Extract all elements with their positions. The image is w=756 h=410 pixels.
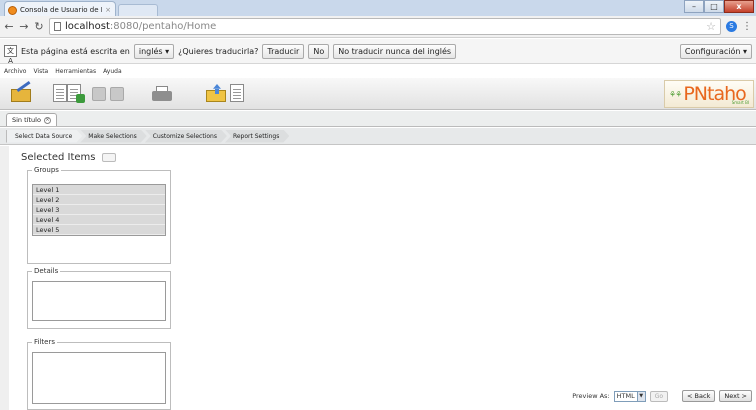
- selected-items-toggle[interactable]: [101, 153, 116, 162]
- groups-list: Level 1 Level 2 Level 3 Level 4 Level 5: [32, 184, 166, 236]
- translate-bar: 文A Esta página está escrita en inglés ▾ …: [0, 39, 756, 65]
- wizard-footer: Preview As: HTML ▼ Go < Back Next >: [572, 390, 752, 402]
- details-legend: Details: [34, 267, 59, 275]
- maximize-button[interactable]: □: [704, 0, 724, 13]
- menu-archivo[interactable]: Archivo: [4, 68, 26, 75]
- filters-panel: Filters: [27, 338, 171, 410]
- address-row: ← → ↻ localhost:8080/pentaho/Home ☆ S ⋮: [0, 16, 756, 38]
- back-arrow-icon[interactable]: ←: [4, 20, 14, 33]
- step-make-selections[interactable]: Make Selections: [80, 130, 147, 143]
- url-host: localhost: [65, 21, 110, 32]
- browser-tab[interactable]: Consola de Usuario de Per ×: [4, 1, 116, 16]
- filters-list[interactable]: [32, 352, 166, 404]
- translate-button[interactable]: Traducir: [262, 43, 305, 59]
- never-translate-button[interactable]: No traducir nunca del inglés: [333, 43, 457, 59]
- save-as-icon[interactable]: [66, 83, 88, 105]
- logo-subtitle: Smart BI: [731, 100, 749, 105]
- address-bar[interactable]: localhost:8080/pentaho/Home ☆: [49, 18, 721, 35]
- reload-icon[interactable]: ↻: [34, 20, 44, 33]
- no-translate-button[interactable]: No: [308, 43, 330, 59]
- close-window-button[interactable]: x: [724, 0, 754, 13]
- tab-title: Consola de Usuario de Per: [20, 6, 102, 14]
- tab-close-icon[interactable]: ×: [105, 6, 111, 14]
- url-path: :8080/pentaho/Home: [109, 21, 217, 32]
- next-button[interactable]: Next >: [719, 390, 752, 402]
- new-tab-button[interactable]: [118, 4, 158, 16]
- preview-format-select[interactable]: HTML ▼: [613, 390, 646, 402]
- translate-question: ¿Quieres traducirla?: [178, 46, 259, 56]
- forward-arrow-icon[interactable]: →: [19, 20, 29, 33]
- browser-titlebar: Consola de Usuario de Per × – □ x: [0, 0, 756, 16]
- group-level-5[interactable]: Level 5: [33, 225, 165, 235]
- preview-as-label: Preview As:: [572, 392, 610, 400]
- main-content: Selected Items Groups Level 1 Level 2 Le…: [0, 146, 756, 410]
- back-button[interactable]: < Back: [682, 390, 716, 402]
- extension-icon[interactable]: S: [726, 21, 737, 32]
- app-menu-bar: Archivo Vista Herramientas Ayuda: [0, 65, 756, 77]
- bookmark-star-icon[interactable]: ☆: [706, 20, 716, 33]
- minimize-button[interactable]: –: [684, 0, 704, 13]
- group-level-3[interactable]: Level 3: [33, 205, 165, 215]
- language-select[interactable]: inglés ▾: [133, 43, 175, 59]
- translate-icon: 文A: [4, 45, 17, 65]
- group-level-4[interactable]: Level 4: [33, 215, 165, 225]
- go-button[interactable]: Go: [649, 390, 669, 402]
- groups-legend: Groups: [34, 166, 59, 174]
- app-toolbar: ⚘⚘ PNtaho Smart BI: [0, 78, 756, 110]
- step-report-settings[interactable]: Report Settings: [225, 130, 289, 143]
- report-tab-label: Sin título: [12, 116, 41, 124]
- page-icon: [54, 22, 61, 31]
- logo-figures: ⚘⚘: [669, 89, 682, 99]
- pentaho-favicon-icon: [8, 5, 17, 15]
- report-tab[interactable]: Sin título ×: [6, 113, 57, 126]
- url-text: localhost:8080/pentaho/Home: [65, 21, 216, 32]
- step-customize-selections[interactable]: Customize Selections: [145, 130, 227, 143]
- menu-herramientas[interactable]: Herramientas: [55, 68, 96, 75]
- disabled-tool-icon-2: [108, 83, 130, 105]
- report-tab-strip: Sin título ×: [0, 111, 756, 127]
- menu-ayuda[interactable]: Ayuda: [103, 68, 122, 75]
- filters-legend: Filters: [34, 338, 55, 346]
- translate-config-button[interactable]: Configuración ▾: [679, 43, 752, 59]
- translate-message: Esta página está escrita en: [21, 46, 130, 56]
- window-controls: – □ x: [684, 0, 754, 13]
- group-level-2[interactable]: Level 2: [33, 195, 165, 205]
- group-level-1[interactable]: Level 1: [33, 185, 165, 195]
- dropdown-arrow-icon: ▼: [636, 391, 645, 401]
- selected-items-header: Selected Items: [21, 152, 116, 163]
- details-panel: Details: [27, 267, 171, 329]
- selected-items-title: Selected Items: [21, 152, 96, 163]
- browser-menu-icon[interactable]: ⋮: [742, 21, 752, 32]
- menu-vista[interactable]: Vista: [33, 68, 48, 75]
- groups-panel: Groups Level 1 Level 2 Level 3 Level 4 L…: [27, 166, 171, 264]
- wizard-steps: Select Data Source Make Selections Custo…: [0, 128, 756, 145]
- document-icon[interactable]: [227, 83, 249, 105]
- pentaho-logo: ⚘⚘ PNtaho Smart BI: [664, 80, 754, 108]
- print-icon[interactable]: [150, 83, 176, 105]
- step-select-data-source[interactable]: Select Data Source: [6, 130, 82, 143]
- preview-format-value: HTML: [616, 391, 635, 400]
- details-list[interactable]: [32, 281, 166, 321]
- open-file-icon[interactable]: [10, 80, 34, 105]
- report-tab-close-icon[interactable]: ×: [43, 116, 51, 124]
